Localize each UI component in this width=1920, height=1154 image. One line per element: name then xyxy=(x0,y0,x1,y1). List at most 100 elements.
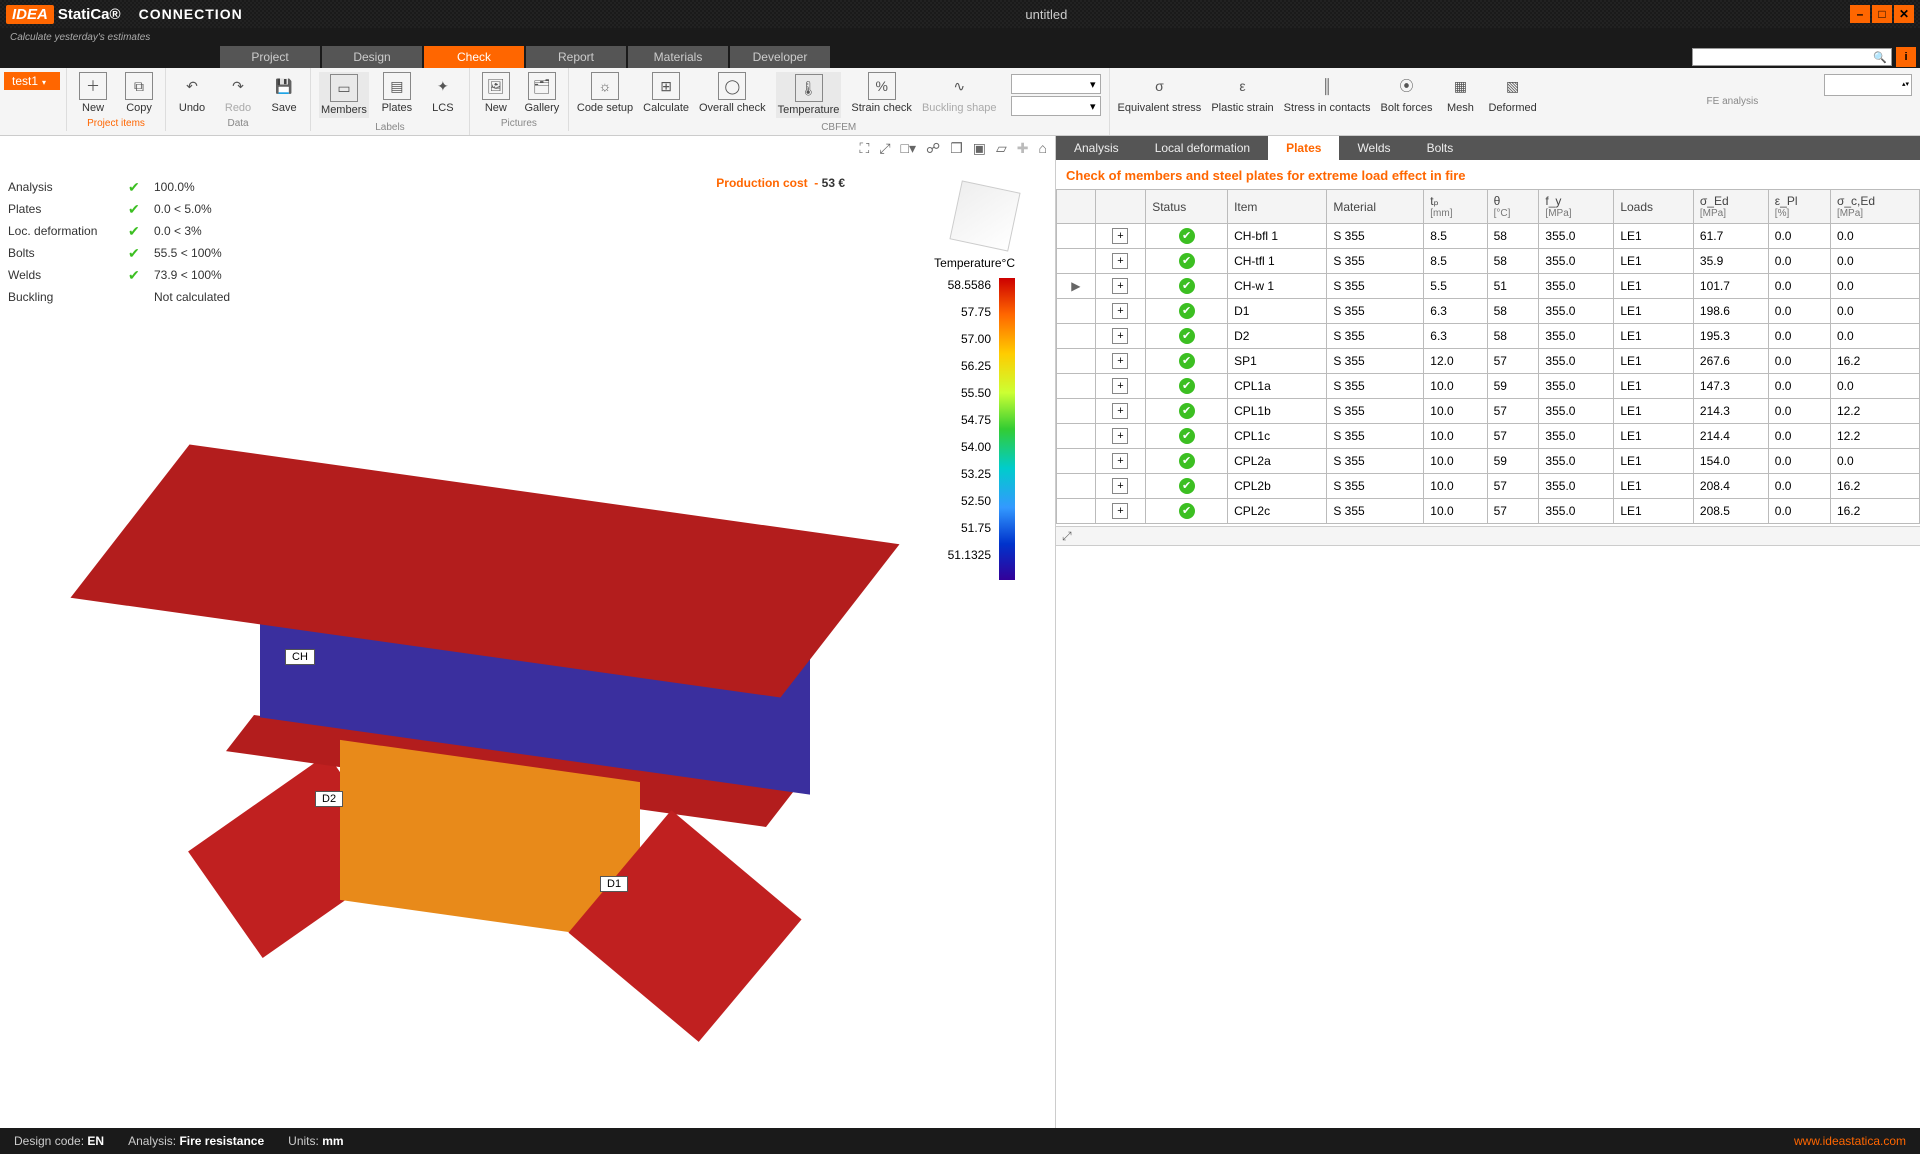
expand-button[interactable]: + xyxy=(1112,453,1128,469)
table-row[interactable]: + ✔ CH-tfl 1 S 355 8.5 58 355.0 LE1 35.9… xyxy=(1057,249,1920,274)
column-header[interactable]: σ_c,Ed[MPa] xyxy=(1830,190,1919,224)
column-header[interactable]: Loads xyxy=(1614,190,1694,224)
table-row[interactable]: + ✔ CPL2c S 355 10.0 57 355.0 LE1 208.5 … xyxy=(1057,499,1920,524)
column-header[interactable]: σ_Ed[MPa] xyxy=(1693,190,1768,224)
table-row[interactable]: + ✔ CH-bfl 1 S 355 8.5 58 355.0 LE1 61.7… xyxy=(1057,224,1920,249)
box-icon[interactable]: ❐ xyxy=(950,140,963,157)
row-expand[interactable]: + xyxy=(1095,349,1145,374)
bolt-forces-button[interactable]: ⦿Bolt forces xyxy=(1381,72,1433,114)
row-expand[interactable]: + xyxy=(1095,449,1145,474)
gallery-button[interactable]: 🗂Gallery xyxy=(524,72,560,114)
expand-button[interactable]: + xyxy=(1112,228,1128,244)
expand-button[interactable]: + xyxy=(1112,303,1128,319)
tab-check[interactable]: Check xyxy=(424,46,524,68)
wire-icon[interactable]: ▱ xyxy=(996,140,1007,157)
row-expand[interactable]: + xyxy=(1095,399,1145,424)
buckling-shape-button[interactable]: ∿Buckling shape xyxy=(922,72,997,114)
column-header[interactable]: θ[°C] xyxy=(1487,190,1539,224)
column-header[interactable]: Material xyxy=(1327,190,1424,224)
expand-button[interactable]: + xyxy=(1112,353,1128,369)
status-website[interactable]: www.ideastatica.com xyxy=(1794,1134,1906,1148)
column-header[interactable] xyxy=(1095,190,1145,224)
home-icon[interactable]: ⌂ xyxy=(1039,140,1047,157)
link-icon[interactable]: ☍ xyxy=(926,140,940,157)
tab-project[interactable]: Project xyxy=(220,46,320,68)
plastic-strain-button[interactable]: εPlastic strain xyxy=(1211,72,1273,114)
nav-cube[interactable] xyxy=(949,180,1020,251)
rtab-analysis[interactable]: Analysis xyxy=(1056,136,1137,160)
panel-splitter[interactable]: ⤢ xyxy=(1056,526,1920,546)
rtab-local-deformation[interactable]: Local deformation xyxy=(1137,136,1268,160)
strain-check-button[interactable]: %Strain check xyxy=(851,72,912,114)
solid-icon[interactable]: ▣ xyxy=(973,140,986,157)
row-expand[interactable]: + xyxy=(1095,424,1145,449)
tab-materials[interactable]: Materials xyxy=(628,46,728,68)
mesh-button[interactable]: ▦Mesh xyxy=(1442,72,1478,114)
code-setup-button[interactable]: ☼Code setup xyxy=(577,72,633,114)
undo-button[interactable]: ↶Undo xyxy=(174,72,210,114)
table-row[interactable]: + ✔ CPL1b S 355 10.0 57 355.0 LE1 214.3 … xyxy=(1057,399,1920,424)
equivalent-stress-button[interactable]: σEquivalent stress xyxy=(1118,72,1202,114)
project-selector[interactable]: test1 xyxy=(4,72,60,90)
search-input[interactable]: 🔍 xyxy=(1692,48,1892,66)
table-row[interactable]: + ✔ SP1 S 355 12.0 57 355.0 LE1 267.6 0.… xyxy=(1057,349,1920,374)
row-expand[interactable]: + xyxy=(1095,499,1145,524)
row-expand[interactable]: + xyxy=(1095,274,1145,299)
row-expand[interactable]: + xyxy=(1095,224,1145,249)
redo-button[interactable]: ↷Redo xyxy=(220,72,256,114)
column-header[interactable]: Status xyxy=(1146,190,1228,224)
table-row[interactable]: + ✔ CPL1a S 355 10.0 59 355.0 LE1 147.3 … xyxy=(1057,374,1920,399)
row-expand[interactable]: + xyxy=(1095,249,1145,274)
expand-button[interactable]: + xyxy=(1112,378,1128,394)
expand-button[interactable]: + xyxy=(1112,278,1128,294)
expand-button[interactable]: + xyxy=(1112,253,1128,269)
table-row[interactable]: + ✔ CPL2b S 355 10.0 57 355.0 LE1 208.4 … xyxy=(1057,474,1920,499)
expand-button[interactable]: + xyxy=(1112,403,1128,419)
fit-icon[interactable]: ⛶ xyxy=(860,140,870,157)
row-expand[interactable]: + xyxy=(1095,324,1145,349)
for-extreme-select[interactable]: ▾ xyxy=(1011,96,1101,116)
cube-dd-icon[interactable]: □▾ xyxy=(901,140,916,157)
table-row[interactable]: + ✔ D1 S 355 6.3 58 355.0 LE1 198.6 0.0 … xyxy=(1057,299,1920,324)
table-row[interactable]: ▶ + ✔ CH-w 1 S 355 5.5 51 355.0 LE1 101.… xyxy=(1057,274,1920,299)
table-row[interactable]: + ✔ CPL2a S 355 10.0 59 355.0 LE1 154.0 … xyxy=(1057,449,1920,474)
model-3d[interactable] xyxy=(60,416,980,1016)
rtab-welds[interactable]: Welds xyxy=(1339,136,1408,160)
expand-button[interactable]: + xyxy=(1112,478,1128,494)
lcs-button[interactable]: ✦LCS xyxy=(425,72,461,114)
close-button[interactable]: ✕ xyxy=(1894,5,1914,23)
temperature-button[interactable]: 🌡Temperature xyxy=(776,72,842,118)
overall-check-button[interactable]: ◯Overall check xyxy=(699,72,766,114)
row-expand[interactable]: + xyxy=(1095,299,1145,324)
stress-contacts-button[interactable]: ║Stress in contacts xyxy=(1284,72,1371,114)
copy-project-item-button[interactable]: ⧉Copy xyxy=(121,72,157,114)
column-header[interactable] xyxy=(1057,190,1096,224)
axis-icon[interactable]: ✚ xyxy=(1017,140,1029,157)
scale-input[interactable] xyxy=(1824,74,1912,96)
tab-report[interactable]: Report xyxy=(526,46,626,68)
info-button[interactable]: i xyxy=(1896,47,1916,67)
expand-button[interactable]: + xyxy=(1112,328,1128,344)
row-expand[interactable]: + xyxy=(1095,374,1145,399)
calculate-button[interactable]: ⊞Calculate xyxy=(643,72,689,114)
column-header[interactable]: f_y[MPa] xyxy=(1539,190,1614,224)
tab-design[interactable]: Design xyxy=(322,46,422,68)
deformed-button[interactable]: ▧Deformed xyxy=(1488,72,1536,114)
expand-button[interactable]: + xyxy=(1112,503,1128,519)
column-header[interactable]: ε_Pl[%] xyxy=(1768,190,1830,224)
expand-icon[interactable]: ⤢ xyxy=(879,140,890,157)
expand-button[interactable]: + xyxy=(1112,428,1128,444)
new-picture-button[interactable]: 🖼New xyxy=(478,72,514,114)
plates-button[interactable]: ▤Plates xyxy=(379,72,415,114)
new-project-item-button[interactable]: ＋New xyxy=(75,72,111,114)
tab-developer[interactable]: Developer xyxy=(730,46,830,68)
column-header[interactable]: Item xyxy=(1228,190,1327,224)
rtab-bolts[interactable]: Bolts xyxy=(1409,136,1472,160)
table-row[interactable]: + ✔ CPL1c S 355 10.0 57 355.0 LE1 214.4 … xyxy=(1057,424,1920,449)
table-row[interactable]: + ✔ D2 S 355 6.3 58 355.0 LE1 195.3 0.0 … xyxy=(1057,324,1920,349)
column-header[interactable]: tₚ[mm] xyxy=(1424,190,1487,224)
maximize-button[interactable]: □ xyxy=(1872,5,1892,23)
row-expand[interactable]: + xyxy=(1095,474,1145,499)
save-button[interactable]: 💾Save xyxy=(266,72,302,114)
members-button[interactable]: ▭Members xyxy=(319,72,369,118)
